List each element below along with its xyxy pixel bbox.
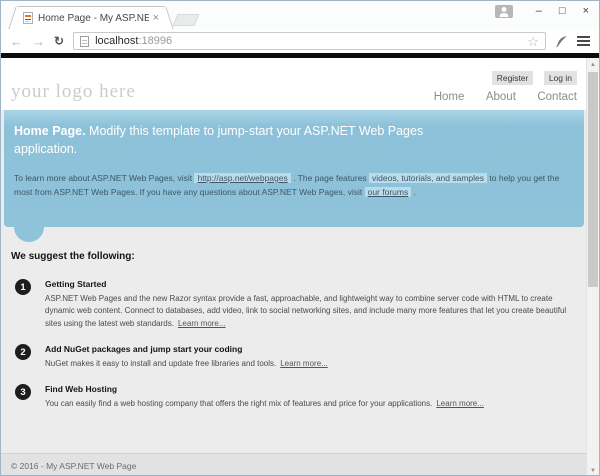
browser-tab[interactable]: Home Page - My ASP.NET × <box>17 6 165 29</box>
item-text: NuGet makes it easy to install and updat… <box>45 359 276 368</box>
tab-strip: Home Page - My ASP.NET × – □ × <box>1 1 599 29</box>
bookmark-star-icon[interactable]: ☆ <box>527 35 539 48</box>
scrollbar-thumb[interactable] <box>588 72 598 287</box>
copyright-text: © 2016 - My ASP.NET Web Page <box>11 461 136 471</box>
nav-item-about[interactable]: About <box>486 91 516 103</box>
login-button[interactable]: Log in <box>544 71 577 85</box>
list-item-getting-started: 1 Getting Started ASP.NET Web Pages and … <box>11 278 572 330</box>
main-content: We suggest the following: 1 Getting Star… <box>1 227 586 453</box>
learn-more-link[interactable]: Learn more... <box>178 319 226 328</box>
site-logo: your logo here <box>11 81 136 103</box>
close-button[interactable]: × <box>583 6 589 17</box>
url-host: localhost <box>95 35 138 47</box>
hero-title: Home Page. Modify this template to jump-… <box>14 122 464 158</box>
site-footer: © 2016 - My ASP.NET Web Page <box>1 453 586 476</box>
item-number-badge: 2 <box>15 344 31 360</box>
item-title: Find Web Hosting <box>45 383 484 396</box>
link-our-forums[interactable]: our forums <box>365 187 412 197</box>
learn-more-link[interactable]: Learn more... <box>436 399 484 408</box>
item-text: ASP.NET Web Pages and the new Razor synt… <box>45 294 566 328</box>
hero-section: Home Page. Modify this template to jump-… <box>4 110 584 227</box>
back-icon[interactable]: ← <box>10 35 23 48</box>
tab-close-icon[interactable]: × <box>153 12 159 24</box>
item-title: Getting Started <box>45 278 572 291</box>
nav-item-contact[interactable]: Contact <box>537 91 577 103</box>
forward-icon[interactable]: → <box>32 35 45 48</box>
suggest-heading: We suggest the following: <box>11 251 572 262</box>
address-bar[interactable]: localhost :18996 ☆ <box>73 32 546 50</box>
site-header: your logo here Register Log in Home Abou… <box>1 58 586 110</box>
maximize-button[interactable]: □ <box>559 6 566 17</box>
link-videos-tutorials-samples[interactable]: videos, tutorials, and samples <box>369 173 487 183</box>
scroll-down-icon[interactable]: ▼ <box>587 464 599 476</box>
account-links: Register Log in <box>486 68 577 86</box>
reload-icon[interactable]: ↻ <box>54 34 64 48</box>
register-button[interactable]: Register <box>492 71 534 85</box>
page-icon <box>80 36 89 47</box>
item-title: Add NuGet packages and jump start your c… <box>45 343 328 356</box>
menu-icon[interactable] <box>577 36 590 46</box>
browser-toolbar: ← → ↻ localhost :18996 ☆ <box>1 29 599 53</box>
new-tab-button[interactable] <box>173 14 200 26</box>
list-item-web-hosting: 3 Find Web Hosting You can easily find a… <box>11 383 572 410</box>
scroll-up-icon[interactable]: ▲ <box>587 58 599 71</box>
item-number-badge: 1 <box>15 279 31 295</box>
list-item-nuget: 2 Add NuGet packages and jump start your… <box>11 343 572 370</box>
page-scrollbar[interactable]: ▲ ▼ <box>586 58 599 476</box>
link-aspnet-webpages[interactable]: http://asp.net/webpages <box>194 173 290 183</box>
item-number-badge: 3 <box>15 384 31 400</box>
site-nav: Home About Contact <box>417 87 577 105</box>
url-port: :18996 <box>138 35 172 47</box>
page-viewport: your logo here Register Log in Home Abou… <box>1 58 599 476</box>
profile-icon[interactable] <box>495 5 513 18</box>
nav-item-home[interactable]: Home <box>434 91 465 103</box>
browser-window: Home Page - My ASP.NET × – □ × ← → ↻ loc… <box>0 0 600 476</box>
item-text: You can easily find a web hosting compan… <box>45 399 432 408</box>
minimize-button[interactable]: – <box>536 6 542 17</box>
hero-paragraph: To learn more about ASP.NET Web Pages, v… <box>14 171 568 199</box>
tab-favicon-icon <box>23 12 33 24</box>
learn-more-link[interactable]: Learn more... <box>280 359 328 368</box>
extension-quill-icon[interactable] <box>555 35 568 48</box>
tab-title: Home Page - My ASP.NET <box>38 13 149 24</box>
